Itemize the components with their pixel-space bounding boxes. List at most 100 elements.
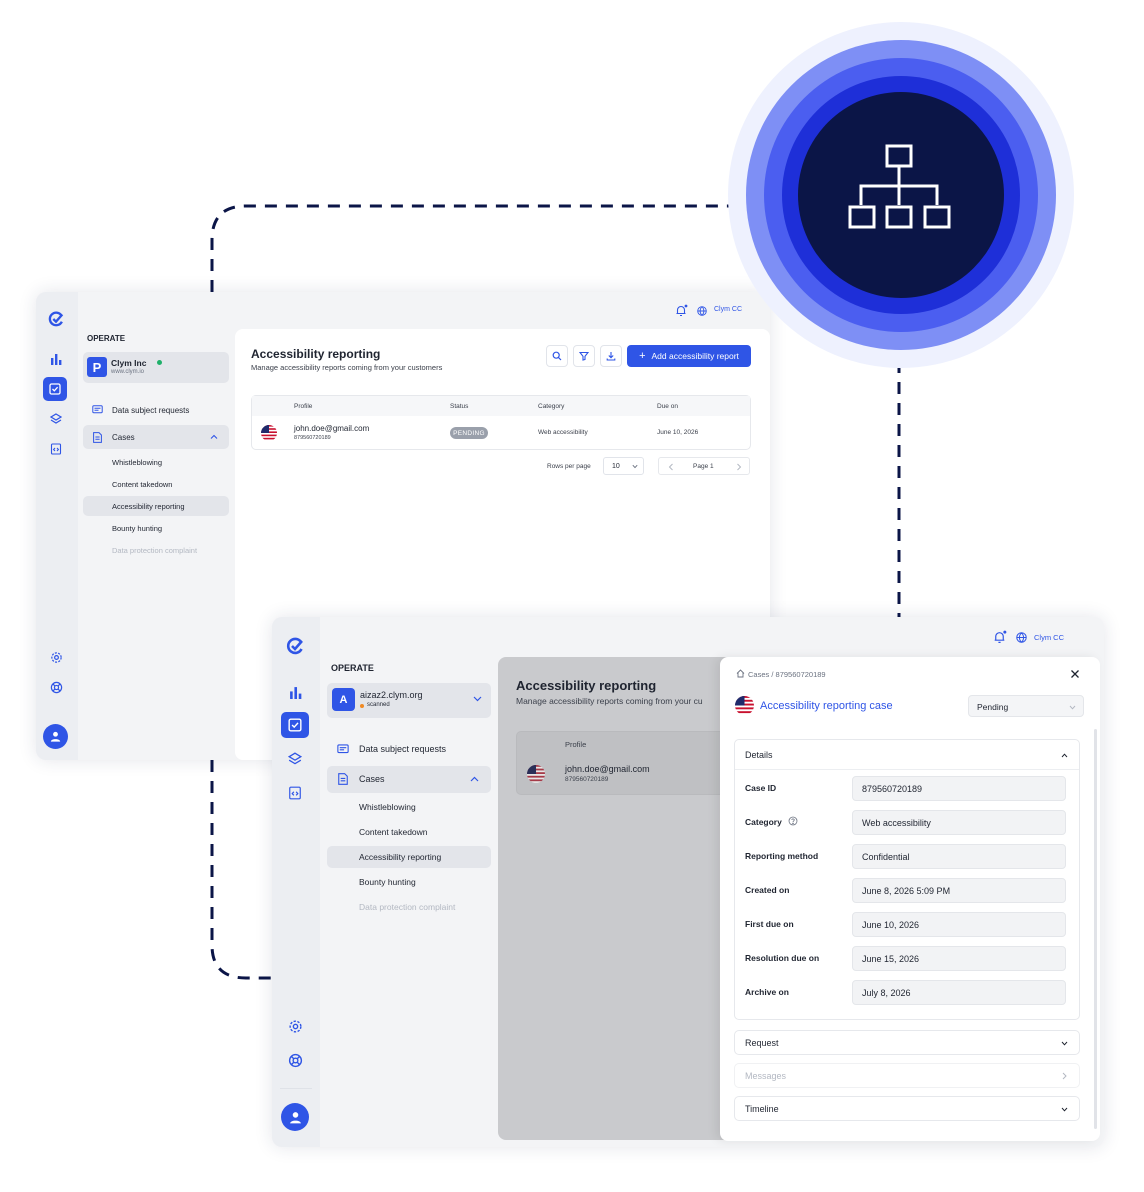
cases-table: Profile Status Category Due on john.doe@… [251, 395, 751, 450]
subnav-whistleblowing[interactable]: Whistleblowing [112, 458, 162, 467]
us-flag-icon [527, 765, 545, 783]
nav-data-subject-requests[interactable]: Data subject requests [112, 406, 189, 415]
bar-chart-icon[interactable] [44, 348, 68, 370]
subnav-data-protection-complaint[interactable]: Data protection complaint [359, 902, 455, 912]
checklist-icon[interactable] [281, 712, 309, 738]
checklist-icon[interactable] [43, 377, 67, 401]
breadcrumb-separator: / [771, 670, 774, 679]
chevron-down-icon [632, 464, 638, 469]
row-due-on: June 10, 2026 [657, 429, 699, 436]
chevron-left-icon[interactable] [668, 463, 674, 471]
first-due-on-label: First due on [745, 919, 794, 929]
chevron-up-icon[interactable] [210, 434, 218, 440]
code-file-icon[interactable] [282, 781, 308, 805]
globe-icon[interactable] [1016, 632, 1027, 643]
resolution-due-on-field[interactable]: June 15, 2026 [852, 946, 1066, 971]
request-header: Request [745, 1038, 779, 1048]
notification-bell-icon[interactable] [992, 630, 1007, 644]
request-section[interactable]: Request [734, 1030, 1080, 1055]
chevron-up-icon[interactable] [470, 776, 479, 782]
company-url: www.clym.io [111, 369, 145, 375]
nav-data-subject-requests[interactable]: Data subject requests [359, 744, 446, 754]
settings-icon[interactable] [282, 1014, 308, 1038]
table-row[interactable]: Profile john.doe@gmail.com 879560720189 [516, 731, 738, 795]
messages-header: Messages [745, 1071, 787, 1081]
user-avatar-icon[interactable] [43, 724, 68, 749]
created-on-label: Created on [745, 885, 790, 895]
rail-divider [280, 1088, 312, 1089]
case-id-field[interactable]: 879560720189 [852, 776, 1066, 801]
subnav-bounty-hunting[interactable]: Bounty hunting [112, 524, 162, 533]
resolution-due-on-label: Resolution due on [745, 953, 820, 963]
search-button[interactable] [546, 345, 568, 367]
user-avatar-icon[interactable] [281, 1103, 309, 1131]
subnav-bounty-hunting[interactable]: Bounty hunting [359, 877, 416, 887]
breadcrumb-root[interactable]: Cases [748, 670, 769, 679]
clym-logo-icon[interactable] [282, 634, 308, 658]
add-accessibility-report-button[interactable]: + Add accessibility report [627, 345, 751, 367]
org-label[interactable]: Clym CC [1034, 633, 1064, 642]
company-name: Clym Inc [111, 358, 147, 368]
nav-cases[interactable] [327, 766, 491, 793]
created-on-field[interactable]: June 8, 2026 5:09 PM [852, 878, 1066, 903]
subnav-data-protection-complaint[interactable]: Data protection complaint [112, 546, 197, 555]
row-email[interactable]: john.doe@gmail.com [565, 764, 650, 774]
filter-button[interactable] [573, 345, 595, 367]
company-name: aizaz2.clym.org [360, 690, 423, 700]
subnav-whistleblowing[interactable]: Whistleblowing [359, 802, 416, 812]
layers-icon[interactable] [282, 747, 308, 771]
archive-on-field[interactable]: July 8, 2026 [852, 980, 1066, 1005]
row-category: Web accessibility [538, 429, 588, 436]
code-file-icon[interactable] [44, 438, 68, 460]
panel-scrollbar[interactable] [1094, 729, 1097, 1129]
close-icon[interactable] [1070, 669, 1080, 679]
rows-per-page-select[interactable]: 10 [603, 457, 644, 475]
reporting-method-field[interactable]: Confidential [852, 844, 1066, 869]
globe-icon[interactable] [697, 306, 707, 316]
row-email[interactable]: john.doe@gmail.com [294, 424, 369, 433]
first-due-on-field[interactable]: June 10, 2026 [852, 912, 1066, 937]
details-divider [735, 769, 1079, 770]
category-field[interactable]: Web accessibility [852, 810, 1066, 835]
document-icon [93, 432, 102, 443]
status-select[interactable]: Pending [968, 695, 1084, 717]
chevron-down-icon [1061, 1107, 1068, 1112]
page-title: Accessibility reporting [516, 678, 657, 693]
section-label: OPERATE [331, 663, 374, 673]
timeline-section[interactable]: Timeline [734, 1096, 1080, 1121]
page-indicator: Page 1 [693, 463, 714, 470]
messages-section[interactable]: Messages [734, 1063, 1080, 1088]
subnav-content-takedown[interactable]: Content takedown [112, 480, 172, 489]
details-header[interactable]: Details [745, 750, 773, 760]
page-subtitle: Manage accessibility reports coming from… [516, 696, 703, 706]
bar-chart-icon[interactable] [282, 680, 308, 704]
case-id-label: Case ID [745, 783, 777, 793]
notification-bell-icon[interactable] [674, 304, 688, 317]
download-button[interactable] [600, 345, 622, 367]
subnav-accessibility-reporting[interactable]: Accessibility reporting [112, 502, 185, 511]
company-avatar: A [332, 688, 355, 711]
home-icon[interactable] [736, 669, 745, 678]
chevron-down-icon[interactable] [473, 696, 482, 702]
settings-icon[interactable] [44, 646, 68, 668]
rows-per-page-label: Rows per page [547, 463, 591, 470]
clym-logo-icon[interactable] [45, 308, 67, 330]
chevron-right-icon[interactable] [736, 463, 742, 471]
filter-icon [579, 351, 589, 361]
online-status-dot [157, 360, 162, 365]
lifebuoy-icon[interactable] [282, 1048, 308, 1072]
nav-cases[interactable] [83, 425, 229, 449]
layers-icon[interactable] [44, 408, 68, 430]
reporting-method-label: Reporting method [745, 851, 819, 861]
subnav-content-takedown[interactable]: Content takedown [359, 827, 428, 837]
subnav-accessibility-reporting[interactable]: Accessibility reporting [359, 852, 441, 862]
org-label[interactable]: Clym CC [714, 306, 742, 313]
case-detail-panel: Cases / 879560720189 Accessibility repor… [720, 657, 1100, 1141]
breadcrumb-current: 879560720189 [775, 670, 826, 679]
breadcrumb[interactable]: Cases / 879560720189 [748, 670, 826, 679]
lifebuoy-icon[interactable] [44, 676, 68, 698]
help-circle-icon[interactable] [788, 816, 798, 826]
dimmed-main-content: Accessibility reporting Manage accessibi… [498, 657, 738, 1140]
scanned-status-dot [360, 704, 364, 708]
chevron-up-icon[interactable] [1061, 753, 1068, 758]
